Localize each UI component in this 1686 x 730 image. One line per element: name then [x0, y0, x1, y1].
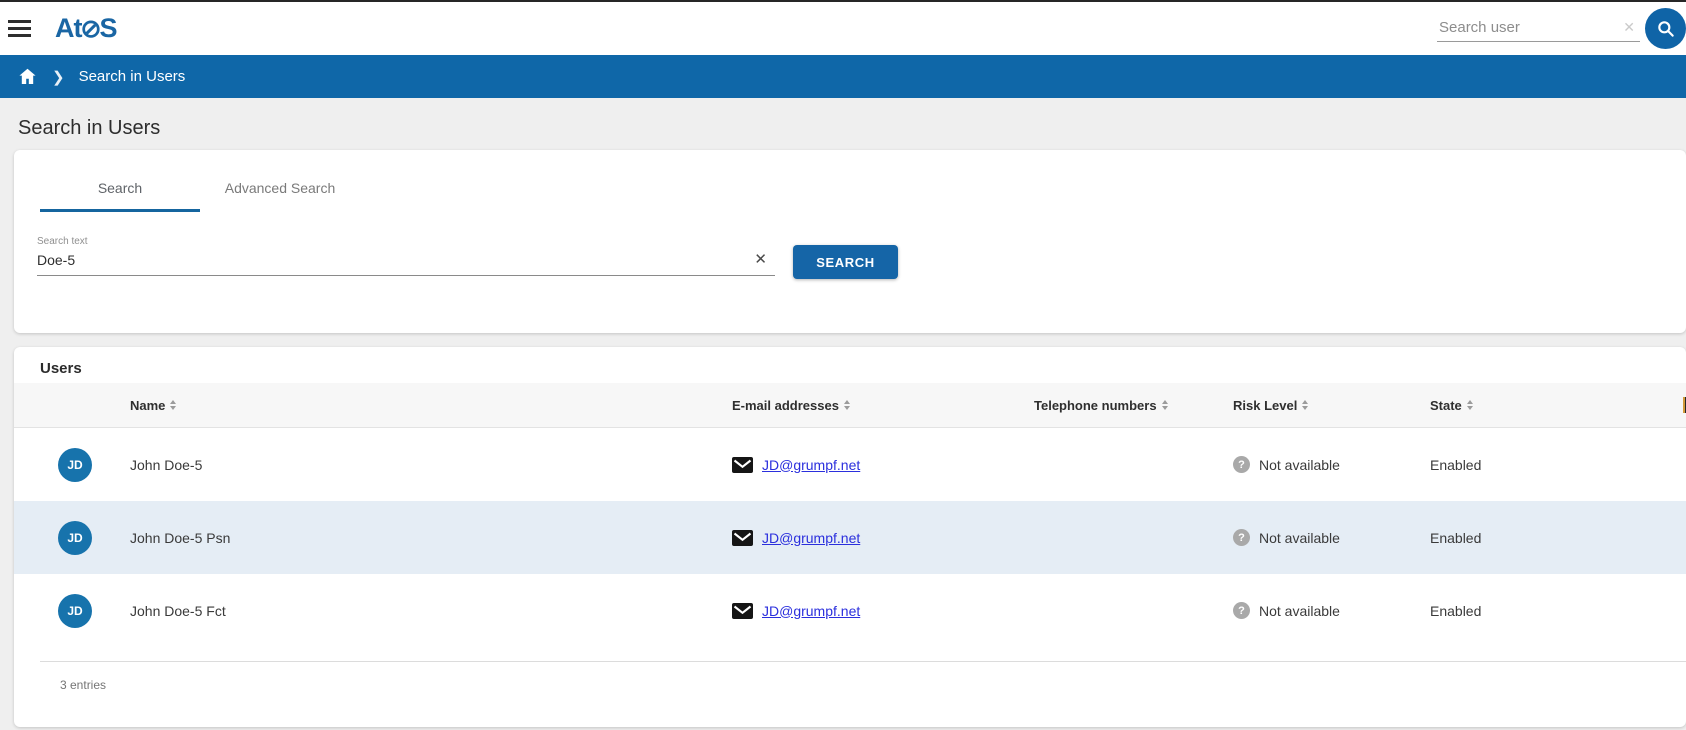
table-row[interactable]: JD John Doe-5 JD@grumpf.net ? Not availa…	[14, 428, 1686, 501]
sort-icon	[1302, 400, 1308, 410]
email-link[interactable]: JD@grumpf.net	[762, 603, 860, 619]
column-header-risk-level[interactable]: Risk Level	[1233, 398, 1430, 413]
users-heading: Users	[14, 347, 1686, 383]
users-card: Users Name E-mail addresses Telephone nu…	[14, 347, 1686, 727]
envelope-icon	[732, 530, 753, 546]
sort-icon	[1162, 400, 1168, 410]
avatar: JD	[58, 448, 92, 482]
risk-unknown-icon: ?	[1233, 529, 1250, 546]
tab-bar: Search Advanced Search	[14, 150, 1686, 212]
column-header-email[interactable]: E-mail addresses	[732, 398, 1034, 413]
user-name: John Doe-5 Psn	[130, 530, 732, 546]
risk-level: Not available	[1259, 530, 1340, 546]
envelope-icon	[732, 457, 753, 473]
topbar-search: ✕	[1437, 8, 1686, 49]
user-name: John Doe-5 Fct	[130, 603, 732, 619]
tab-advanced-search[interactable]: Advanced Search	[200, 180, 360, 212]
table-row[interactable]: JD John Doe-5 Psn JD@grumpf.net ? Not av…	[14, 501, 1686, 574]
table-body: JD John Doe-5 JD@grumpf.net ? Not availa…	[14, 428, 1686, 647]
email-link[interactable]: JD@grumpf.net	[762, 530, 860, 546]
breadcrumb-chevron-icon: ❯	[52, 68, 65, 86]
column-header-name[interactable]: Name	[130, 398, 732, 413]
main-content: Search in Users Search Advanced Search S…	[0, 117, 1686, 727]
breadcrumb-current: Search in Users	[79, 68, 186, 85]
magnifier-icon	[1656, 19, 1676, 39]
search-text-input[interactable]	[37, 247, 775, 276]
logo-slashed-o: ⊘	[81, 14, 101, 44]
tab-search[interactable]: Search	[40, 180, 200, 212]
avatar: JD	[58, 521, 92, 555]
column-header-telephone[interactable]: Telephone numbers	[1034, 398, 1233, 413]
table-header: Name E-mail addresses Telephone numbers …	[14, 383, 1686, 428]
email-link[interactable]: JD@grumpf.net	[762, 457, 860, 473]
sort-icon	[844, 400, 850, 410]
topbar: At⊘S ✕	[0, 2, 1686, 55]
search-submit-button[interactable]	[1645, 8, 1686, 49]
envelope-icon	[732, 603, 753, 619]
column-header-state[interactable]: State	[1430, 398, 1683, 413]
user-state: Enabled	[1430, 603, 1683, 619]
sort-icon	[170, 400, 176, 410]
home-icon[interactable]	[17, 66, 38, 87]
page-title: Search in Users	[18, 117, 1686, 140]
search-card: Search Advanced Search Search text ✕ SEA…	[14, 150, 1686, 333]
risk-level: Not available	[1259, 457, 1340, 473]
avatar: JD	[58, 594, 92, 628]
risk-level: Not available	[1259, 603, 1340, 619]
sort-icon	[1467, 400, 1473, 410]
atos-logo: At⊘S	[55, 13, 116, 44]
entries-count: 3 entries	[14, 662, 1686, 692]
search-text-label: Search text	[37, 236, 775, 247]
logo-text: At	[55, 13, 82, 44]
search-button[interactable]: SEARCH	[793, 245, 898, 279]
user-name: John Doe-5	[130, 457, 732, 473]
table-row[interactable]: JD John Doe-5 Fct JD@grumpf.net ? Not av…	[14, 574, 1686, 647]
user-state: Enabled	[1430, 457, 1683, 473]
logo-text: S	[99, 13, 116, 44]
clear-search-icon[interactable]: ✕	[1623, 20, 1635, 34]
breadcrumb: ❯ Search in Users	[0, 55, 1686, 98]
risk-unknown-icon: ?	[1233, 602, 1250, 619]
hamburger-menu-icon[interactable]	[8, 14, 38, 44]
user-search-input[interactable]	[1437, 16, 1640, 42]
clear-field-icon[interactable]: ✕	[754, 252, 767, 267]
user-state: Enabled	[1430, 530, 1683, 546]
risk-unknown-icon: ?	[1233, 456, 1250, 473]
